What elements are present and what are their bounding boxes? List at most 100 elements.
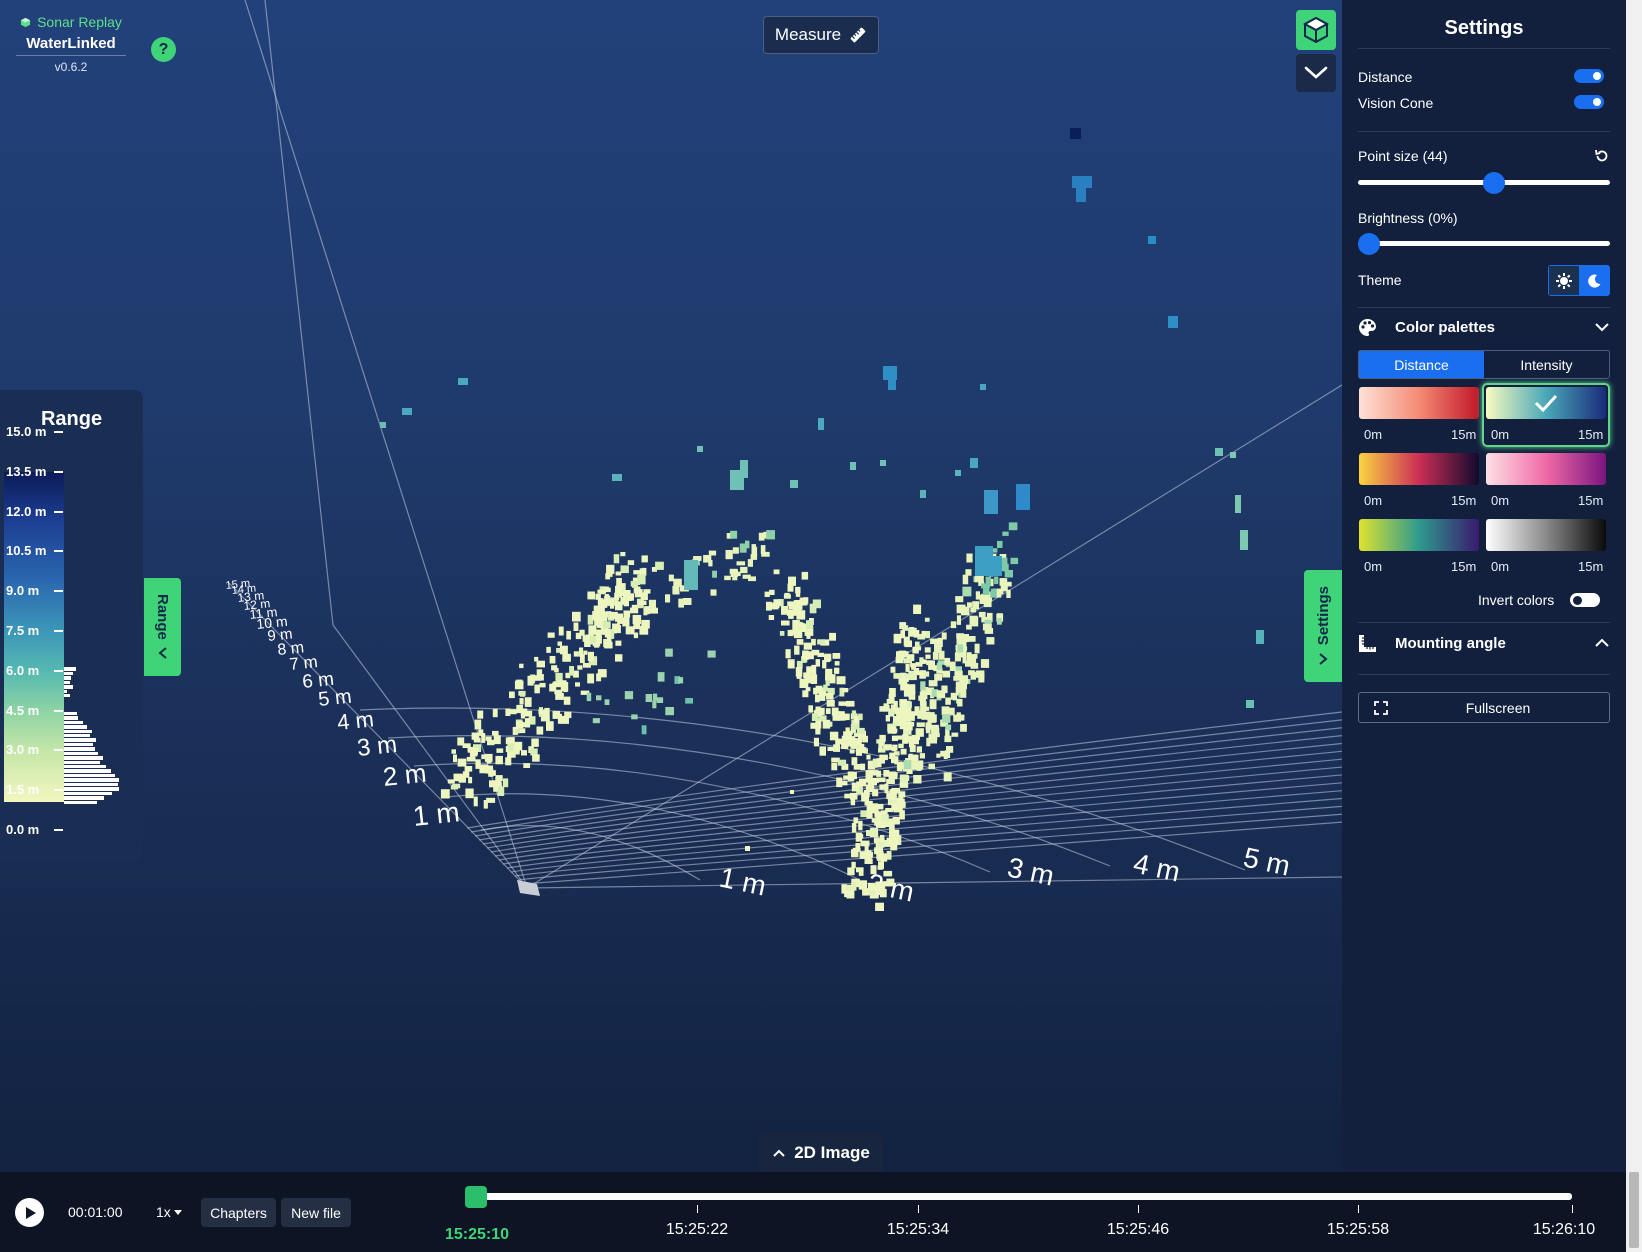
palette-swatch[interactable] [1359,519,1479,551]
mounting-angle-header[interactable]: Mounting angle [1358,631,1610,655]
distance-toggle[interactable] [1574,69,1604,83]
chapters-button[interactable]: Chapters [201,1198,276,1227]
sonar-point [622,591,630,599]
sonar-point [554,689,563,695]
new-file-button[interactable]: New file [281,1198,351,1227]
sonar-point [750,554,758,560]
sonar-point [856,727,865,734]
brightness-slider-handle[interactable] [1358,233,1380,255]
sonar-point [970,458,978,468]
sonar-point [874,808,879,814]
sonar-point [890,666,896,673]
range-histogram-bar [64,760,101,765]
3d-viewport[interactable]: 1 m2 m3 m4 m5 m6 m7 m8 m9 m 10 m 11 m 12 m1… [0,0,1342,1172]
vision-cone-toggle[interactable] [1574,95,1604,109]
timeline-handle[interactable] [465,1186,487,1208]
brightness-slider[interactable] [1358,241,1610,246]
speed-dropdown[interactable]: 1x [156,1204,182,1220]
sonar-point [913,668,920,674]
sonar-point [925,654,931,659]
range-arc [474,727,1342,837]
point-size-slider-handle[interactable] [1483,172,1506,194]
sonar-point [945,697,951,705]
fullscreen-button[interactable]: Fullscreen [1358,692,1610,723]
timeline-track[interactable] [475,1193,1572,1200]
help-button[interactable]: ? [151,37,176,62]
sonar-point [950,621,957,629]
2d-image-button[interactable]: 2D Image [759,1134,883,1172]
sonar-point [589,635,597,643]
sonar-point [831,763,838,771]
divider [1358,131,1610,132]
chevron-up-icon [773,1149,785,1157]
range-panel-toggle[interactable]: Range [144,578,181,676]
sonar-point [795,589,801,597]
sonar-point [849,749,855,754]
palette-min-label: 0m [1364,493,1383,508]
sonar-point [966,553,973,563]
sonar-point [630,580,638,587]
color-palettes-header[interactable]: Color palettes [1358,315,1610,339]
palette-swatch[interactable] [1359,453,1479,485]
theme-toggle[interactable] [1548,265,1610,296]
sonar-point [587,651,594,661]
sonar-point [798,622,805,628]
sonar-point [845,884,852,891]
sonar-point [883,770,890,777]
sonar-point [790,790,794,794]
sonar-point [787,601,796,607]
sonar-point [732,547,739,554]
sonar-point [825,708,831,714]
sonar-point [874,847,883,855]
invert-colors-toggle[interactable] [1570,593,1600,607]
sonar-point [928,680,938,687]
sonar-point [936,753,941,758]
near-range-label: 2 m [381,758,427,792]
timeline-time-label: 15:25:58 [1326,1221,1390,1238]
sonar-point [617,587,623,598]
sonar-point [978,673,985,683]
sonar-point [641,725,647,735]
sonar-point [886,850,892,860]
view-cube-button[interactable] [1296,10,1336,50]
sonar-point [534,684,540,694]
ruler-corner-icon [1359,634,1376,652]
range-tick-mark [54,709,63,712]
sonar-point [552,710,561,719]
sonar-point [770,602,779,610]
scrollbar-thumb[interactable] [1629,1172,1639,1248]
sonar-point-cloud-scene[interactable]: 1 m2 m3 m4 m5 m6 m7 m8 m9 m10 m11 m12 m1… [0,0,1342,1172]
sonar-point [844,793,852,799]
sonar-point [730,470,744,490]
sonar-point [657,672,665,682]
range-histogram-bar [64,733,91,738]
sonar-point [577,665,583,670]
sonar-point [508,743,514,752]
palette-swatch[interactable] [1486,519,1606,551]
settings-panel-toggle[interactable]: Settings [1304,570,1342,682]
page-scrollbar[interactable] [1626,0,1642,1252]
sonar-point [945,750,951,758]
sonar-point [708,550,717,556]
palette-swatch[interactable] [1486,387,1606,419]
range-tick-label: 3.0 m [6,742,40,758]
sonar-point [609,611,618,619]
measure-button[interactable]: Measure [763,16,879,54]
dark-theme-button[interactable] [1579,266,1609,295]
palette-swatch[interactable] [1486,453,1606,485]
sonar-point [925,631,930,639]
tab-intensity[interactable]: Intensity [1484,351,1609,378]
sonar-point [986,637,995,645]
range-histogram-bar [64,751,99,756]
range-histogram-bar [64,676,71,680]
palette-swatch[interactable] [1359,387,1479,419]
tab-distance[interactable]: Distance [1359,351,1484,378]
reset-icon[interactable] [1593,147,1611,165]
view-dropdown-button[interactable] [1296,54,1336,92]
play-button[interactable] [15,1198,44,1227]
sonar-point [612,623,620,630]
sonar-point [817,639,825,645]
sonar-point [604,594,609,600]
sonar-point [945,724,952,731]
light-theme-button[interactable] [1549,266,1579,295]
